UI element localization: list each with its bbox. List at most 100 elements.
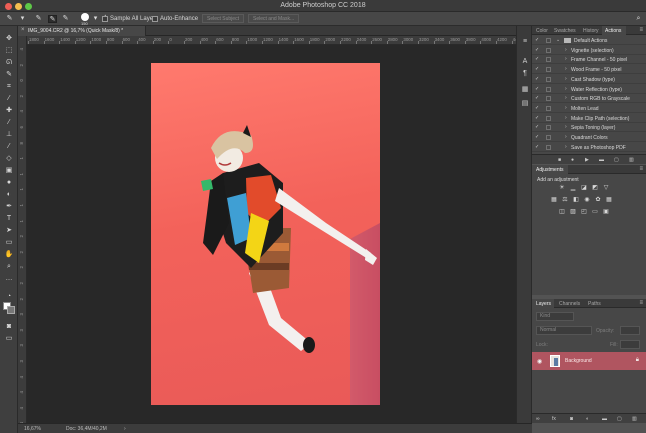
chevron-right-icon[interactable]: › <box>565 86 567 92</box>
tab-actions[interactable]: Actions <box>605 28 621 34</box>
action-row[interactable]: ✓ › Molten Lead <box>532 104 646 113</box>
gradient-tool-icon[interactable]: ▣ <box>4 166 14 175</box>
dialog-toggle-box[interactable] <box>546 105 551 111</box>
zoom-tool-icon[interactable]: ⌕ <box>4 262 14 271</box>
action-row[interactable]: ✓ › Frame Channel - 50 pixel <box>532 55 646 65</box>
dialog-toggle-box[interactable] <box>546 115 551 121</box>
character-panel-icon[interactable]: A <box>521 58 529 66</box>
zoom-level[interactable]: 16,67% <box>24 426 41 432</box>
tab-swatches[interactable]: Swatches <box>554 28 576 34</box>
quick-selection-tool-icon[interactable]: ✎ <box>4 70 14 79</box>
curves-icon[interactable]: ◪ <box>580 185 588 192</box>
delete-layer-icon[interactable]: ▥ <box>632 416 637 422</box>
chevron-right-icon[interactable]: › <box>565 76 567 82</box>
properties-panel-icon[interactable]: ≡ <box>521 38 529 46</box>
check-icon[interactable]: ✓ <box>535 66 539 72</box>
chevron-right-icon[interactable]: › <box>565 105 567 111</box>
posterize-icon[interactable]: ▨ <box>569 209 577 216</box>
dialog-toggle-box[interactable] <box>546 135 551 140</box>
check-icon[interactable]: ✓ <box>535 47 539 53</box>
new-layer-icon[interactable]: ▢ <box>617 416 622 422</box>
move-tool-icon[interactable]: ✥ <box>4 34 14 43</box>
brush-picker-chevron-icon[interactable]: ▾ <box>91 15 100 23</box>
dodge-tool-icon[interactable]: ◐ <box>4 190 14 199</box>
rectangle-tool-icon[interactable]: ▭ <box>4 238 14 247</box>
eye-icon[interactable]: ◉ <box>537 358 542 365</box>
document-canvas-image[interactable] <box>151 63 380 405</box>
dialog-toggle-box[interactable] <box>546 125 551 131</box>
canvas-area[interactable] <box>27 45 532 423</box>
brightness-contrast-icon[interactable]: ☀ <box>558 185 566 192</box>
edit-toolbar-icon[interactable]: ◔ <box>4 292 14 301</box>
dialog-toggle-box[interactable] <box>546 67 551 73</box>
info-panel-icon[interactable]: ▤ <box>521 100 529 108</box>
document-tab[interactable]: × IMG_9004.CR2 @ 16,7% (Quick Mask/8) * <box>18 26 146 36</box>
select-and-mask-button[interactable]: Select and Mask... <box>248 14 300 23</box>
panel-menu-icon[interactable]: ≡ <box>639 27 643 33</box>
opacity-input[interactable] <box>620 326 640 335</box>
new-group-icon[interactable]: ▬ <box>602 416 607 422</box>
color-balance-icon[interactable]: ⚖ <box>561 197 569 204</box>
chevron-right-icon[interactable]: › <box>565 115 567 121</box>
layer-style-icon[interactable]: fx <box>552 416 556 422</box>
chevron-right-icon[interactable]: › <box>565 66 567 72</box>
chevron-right-icon[interactable]: › <box>565 95 567 101</box>
clone-stamp-tool-icon[interactable]: ⊥ <box>4 130 14 139</box>
check-icon[interactable]: ✓ <box>535 76 539 82</box>
invert-icon[interactable]: ◫ <box>558 209 566 216</box>
action-row[interactable]: ✓ › Custom RGB to Grayscale <box>532 94 646 104</box>
hand-tool-icon[interactable]: ✋ <box>4 250 14 259</box>
check-icon[interactable]: ✓ <box>535 86 539 92</box>
healing-brush-tool-icon[interactable]: ✚ <box>4 106 14 115</box>
path-selection-tool-icon[interactable]: ➤ <box>4 226 14 235</box>
check-icon[interactable]: ✓ <box>535 37 539 43</box>
threshold-icon[interactable]: ◰ <box>580 209 588 216</box>
screen-mode-icon[interactable]: ▭ <box>4 334 14 343</box>
check-icon[interactable]: ✓ <box>535 124 539 130</box>
status-menu-chevron-icon[interactable]: › <box>124 426 126 432</box>
chevron-right-icon[interactable]: › <box>565 56 567 62</box>
new-selection-icon[interactable]: ✎ <box>34 15 43 23</box>
selective-color-icon[interactable]: ▣ <box>602 209 610 216</box>
action-row[interactable]: ✓ › Save as Photoshop PDF <box>532 143 646 152</box>
panel-menu-icon[interactable]: ≡ <box>639 300 643 306</box>
chevron-right-icon[interactable]: › <box>565 134 567 140</box>
check-icon[interactable]: ✓ <box>535 105 539 111</box>
chevron-down-icon[interactable]: ⌄ <box>556 37 560 43</box>
tab-channels[interactable]: Channels <box>559 301 580 307</box>
dialog-toggle-box[interactable] <box>546 96 551 102</box>
brush-tool-icon[interactable]: ⁄ <box>4 118 14 127</box>
new-set-icon[interactable]: ▬ <box>599 157 604 163</box>
type-tool-icon[interactable]: T <box>4 214 14 223</box>
brush-size-preview[interactable] <box>81 13 89 21</box>
link-layers-icon[interactable]: ∞ <box>536 416 540 422</box>
layer-filter-select[interactable]: Kind <box>536 312 574 321</box>
new-fill-adjustment-icon[interactable]: ◐ <box>586 416 589 422</box>
vibrance-icon[interactable]: ▽ <box>602 185 610 192</box>
new-action-icon[interactable]: ▢ <box>614 157 619 163</box>
blend-mode-select[interactable]: Normal <box>536 326 592 335</box>
dialog-toggle-box[interactable] <box>546 76 551 82</box>
color-lookup-icon[interactable]: ▦ <box>605 197 613 204</box>
blur-tool-icon[interactable]: ● <box>4 178 14 187</box>
levels-icon[interactable]: ▁ <box>569 185 577 192</box>
check-icon[interactable]: ✓ <box>535 56 539 62</box>
action-row[interactable]: ✓ › Wood Frame - 50 pixel <box>532 65 646 75</box>
add-mask-icon[interactable]: ◙ <box>570 416 573 422</box>
tab-history[interactable]: History <box>583 28 599 34</box>
record-icon[interactable]: ● <box>571 157 574 163</box>
more-tools-icon[interactable]: … <box>4 274 14 283</box>
lock-icon[interactable]: 🔒︎ <box>636 357 639 364</box>
action-row[interactable]: ✓ › Vignette (selection) <box>532 46 646 55</box>
tab-adjustments[interactable]: Adjustments <box>536 167 564 173</box>
stop-recording-icon[interactable]: ■ <box>558 157 561 163</box>
add-to-selection-icon[interactable]: ✎ <box>48 15 57 23</box>
select-subject-button[interactable]: Select Subject <box>202 14 244 23</box>
tab-color[interactable]: Color <box>536 28 548 34</box>
channel-mixer-icon[interactable]: ✿ <box>594 197 602 204</box>
chevron-right-icon[interactable]: › <box>565 47 567 53</box>
paragraph-panel-icon[interactable]: ¶ <box>521 70 529 78</box>
search-icon[interactable]: ⌕ <box>634 15 643 23</box>
action-row[interactable]: ✓ › Sepia Toning (layer) <box>532 123 646 133</box>
crop-tool-icon[interactable]: ⌗ <box>4 82 14 91</box>
